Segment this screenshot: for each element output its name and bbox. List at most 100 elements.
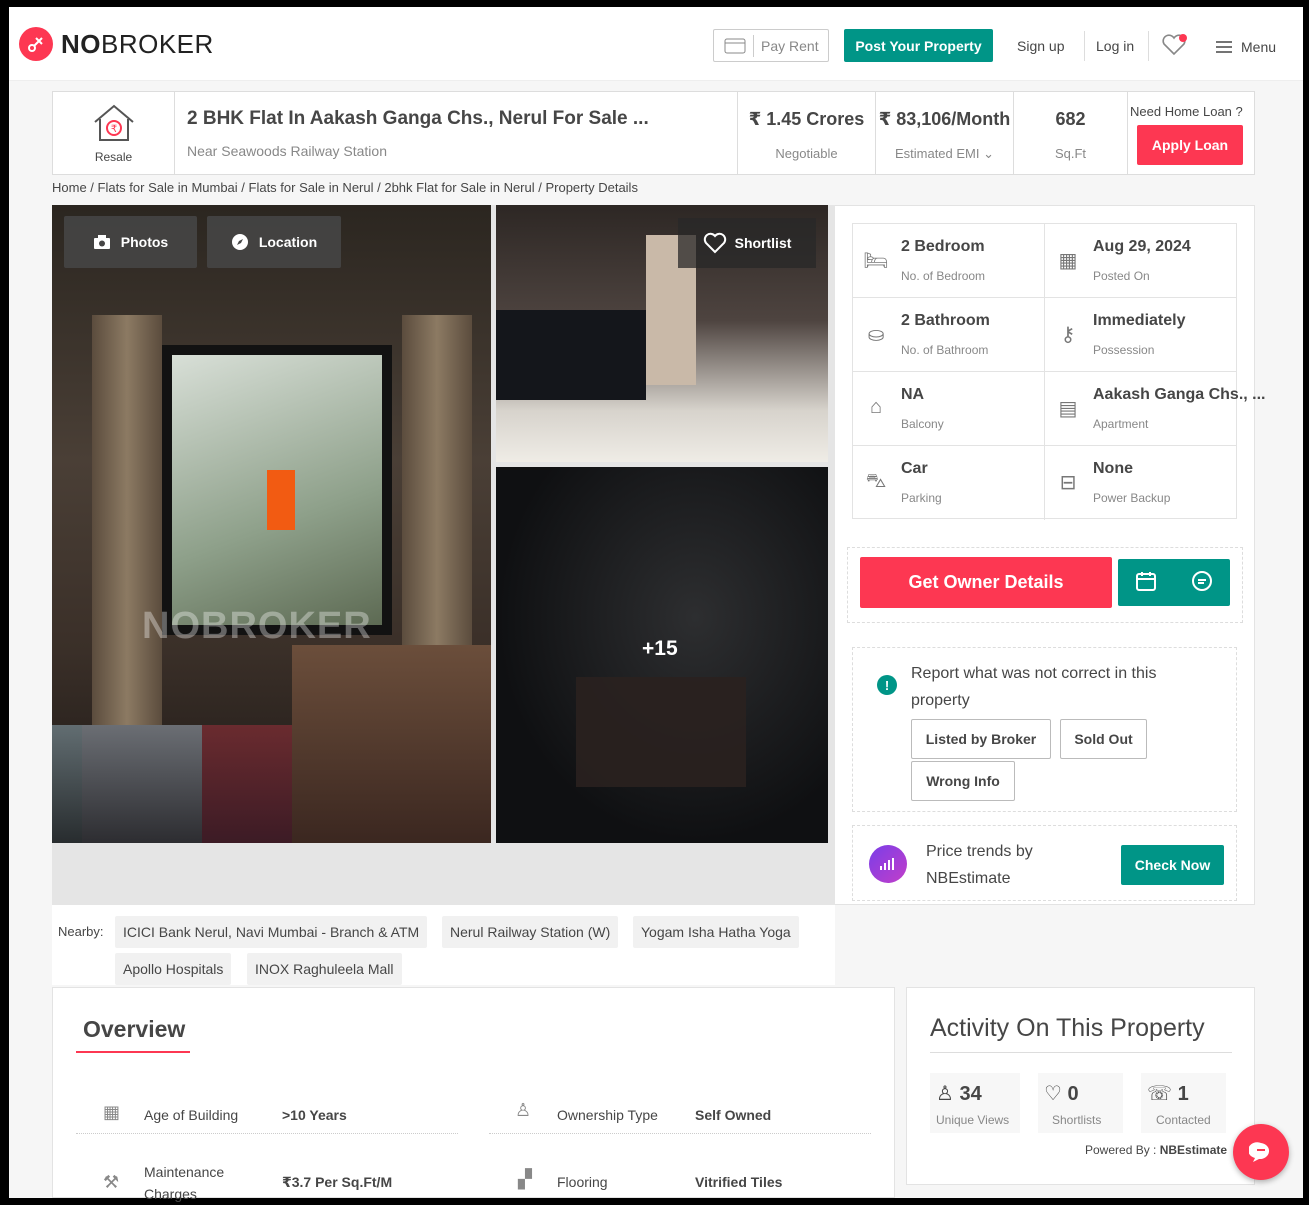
sold-out-button[interactable]: Sold Out — [1060, 719, 1147, 759]
wrong-info-button[interactable]: Wrong Info — [911, 761, 1015, 801]
contacted-stat: ☏ 1 Contacted — [1141, 1073, 1226, 1133]
shortlist-heart-icon[interactable] — [1160, 33, 1188, 60]
top-navigation-bar: NOBROKER Pay Rent Post Your Property Sig… — [9, 7, 1303, 81]
building-age-icon: ▦ — [103, 1102, 121, 1122]
overview-value: >10 Years — [282, 1107, 347, 1123]
emi-note: Estimated EMI — [894, 146, 980, 161]
chat-bubble-icon[interactable] — [1190, 569, 1214, 596]
nearby-place-chip[interactable]: ICICI Bank Nerul, Navi Mumbai - Branch &… — [115, 916, 428, 948]
logo-text: NOBROKER — [61, 28, 214, 59]
owner-action-group — [1118, 559, 1230, 606]
overview-label: Ownership Type — [557, 1107, 658, 1123]
balcony-icon: ⌂ — [869, 396, 883, 418]
overview-value: Vitrified Tiles — [695, 1174, 783, 1190]
activity-title: Activity On This Property — [930, 1014, 1205, 1042]
card-icon — [724, 38, 746, 53]
powered-by: Powered By : NBEstimate — [1085, 1143, 1228, 1157]
nearby-label: Nearby: — [58, 924, 104, 939]
user-icon: ♙ — [936, 1083, 954, 1105]
logo-mark-icon — [19, 27, 53, 61]
bed-icon: 🛏 — [863, 250, 889, 272]
camera-icon — [93, 235, 110, 249]
post-property-button[interactable]: Post Your Property — [844, 29, 993, 62]
spec-bedroom: 🛏 2 Bedroom No. of Bedroom — [853, 224, 1045, 298]
spec-possession: ⚷ Immediately Possession — [1045, 298, 1237, 372]
spec-parking: ⛍ Car Parking — [853, 446, 1045, 520]
car-icon: ⛍ — [865, 470, 887, 492]
price-value: ₹ 1.45 Crores — [748, 109, 865, 129]
power-icon: ⊟ — [1059, 472, 1077, 494]
flooring-icon: ▞ — [518, 1169, 532, 1189]
overview-value: ₹3.7 Per Sq.Ft/M — [282, 1174, 393, 1190]
photo-thumbnail-more[interactable]: +15 — [496, 467, 828, 843]
heart-icon — [703, 232, 726, 254]
bathtub-icon: ⛀ — [867, 324, 885, 346]
spec-bathroom: ⛀ 2 Bathroom No. of Bathroom — [853, 298, 1045, 372]
overview-title[interactable]: Overview — [83, 1016, 185, 1043]
ownership-icon: ♙ — [515, 1100, 532, 1120]
property-title: 2 BHK Flat In Aakash Ganga Chs., Nerul F… — [187, 108, 649, 129]
hamburger-icon — [1216, 41, 1232, 53]
overview-value: Self Owned — [695, 1107, 772, 1123]
area-cell: 682 Sq.Ft — [1014, 92, 1128, 174]
svg-text:₹: ₹ — [111, 124, 117, 135]
chat-icon — [1249, 1142, 1269, 1162]
emi-value: ₹ 83,106/Month — [878, 109, 1011, 129]
breadcrumb[interactable]: Home / Flats for Sale in Mumbai / Flats … — [52, 180, 638, 195]
menu-button[interactable]: Menu — [1215, 39, 1276, 55]
photos-button[interactable]: Photos — [64, 216, 197, 268]
calendar-icon: ▦ — [1058, 250, 1078, 272]
shortlists-stat: ♡ 0 Shortlists — [1038, 1073, 1123, 1133]
overview-label: Maintenance Charges — [144, 1164, 225, 1202]
log-in-link[interactable]: Log in — [1096, 38, 1134, 54]
resale-cell: ₹ Resale — [53, 92, 175, 174]
main-photo[interactable]: NOBROKER — [52, 205, 491, 843]
sign-up-link[interactable]: Sign up — [1017, 38, 1064, 54]
property-summary-bar: ₹ Resale 2 BHK Flat In Aakash Ganga Chs.… — [52, 91, 1255, 175]
chart-icon — [869, 845, 907, 883]
area-value: 682 — [1055, 109, 1086, 129]
nearby-place-chip[interactable]: INOX Raghuleela Mall — [247, 953, 402, 985]
shortlist-button[interactable]: Shortlist — [678, 218, 816, 268]
overview-label: Age of Building — [144, 1107, 239, 1123]
spec-posted-on: ▦ Aug 29, 2024 Posted On — [1045, 224, 1237, 298]
get-owner-details-button[interactable]: Get Owner Details — [860, 557, 1112, 608]
photo-gallery: NOBROKER +15 Photos Location Shortlist — [52, 205, 835, 905]
pay-rent-button[interactable]: Pay Rent — [713, 29, 829, 62]
overview-label: Flooring — [557, 1174, 608, 1190]
watermark: NOBROKER — [142, 605, 372, 647]
house-icon: ₹ — [94, 104, 134, 141]
alert-icon: ! — [877, 675, 897, 695]
maintenance-icon: ⚒ — [103, 1172, 120, 1192]
price-cell: ₹ 1.45 Crores Negotiable — [738, 92, 876, 174]
listed-by-broker-button[interactable]: Listed by Broker — [911, 719, 1051, 759]
nobroker-logo[interactable]: NOBROKER — [19, 27, 214, 61]
chat-floating-button[interactable] — [1233, 1124, 1289, 1180]
price-trends-text: Price trends by NBEstimate — [926, 843, 1033, 887]
nearby-place-chip[interactable]: Apollo Hospitals — [115, 953, 232, 985]
nearby-place-chip[interactable]: Yogam Isha Hatha Yoga — [633, 916, 799, 948]
spec-balcony: ⌂ NA Balcony — [853, 372, 1045, 446]
loan-question: Need Home Loan ? — [1130, 104, 1243, 119]
compass-icon — [231, 234, 248, 250]
resale-label: Resale — [94, 150, 133, 164]
spec-grid: 🛏 2 Bedroom No. of Bedroom ▦ Aug 29, 2024… — [852, 223, 1266, 520]
more-photos-count: +15 — [642, 637, 678, 660]
price-note: Negotiable — [775, 146, 838, 161]
chevron-down-icon: ⌄ — [983, 146, 995, 161]
property-location: Near Seawoods Railway Station — [187, 143, 387, 159]
location-button[interactable]: Location — [207, 216, 341, 268]
spec-apartment: ▤ Aakash Ganga Chs., ... Apartment — [1045, 372, 1266, 446]
nearby-place-chip[interactable]: Nerul Railway Station (W) — [442, 916, 619, 948]
emi-cell[interactable]: ₹ 83,106/Month Estimated EMI ⌄ — [876, 92, 1014, 174]
heart-outline-icon: ♡ — [1044, 1083, 1062, 1105]
spec-power-backup: ⊟ None Power Backup — [1045, 446, 1237, 520]
building-icon: ▤ — [1058, 398, 1078, 420]
report-text: Report what was not correct in this prop… — [911, 665, 1157, 709]
phone-icon: ☏ — [1147, 1083, 1173, 1105]
apply-loan-button[interactable]: Apply Loan — [1137, 125, 1243, 165]
check-now-button[interactable]: Check Now — [1121, 845, 1224, 885]
area-unit: Sq.Ft — [1054, 146, 1087, 161]
schedule-calendar-icon[interactable] — [1134, 569, 1158, 596]
key-icon: ⚷ — [1060, 324, 1076, 346]
